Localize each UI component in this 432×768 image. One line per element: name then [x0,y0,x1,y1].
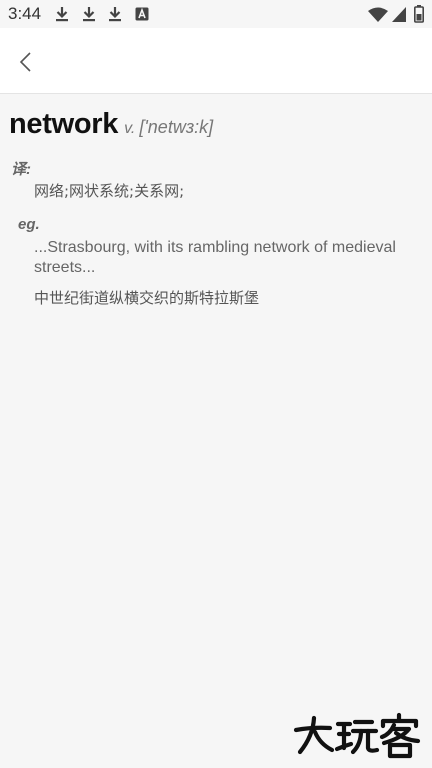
wifi-icon [368,7,388,22]
status-bar: 3:44 [0,0,432,28]
download-icon [55,6,69,22]
phonetic: ['netwɜ:k] [139,117,214,137]
example-sentence-chinese: 中世纪街道纵横交织的斯特拉斯堡 [34,289,260,307]
signal-icon [392,7,406,22]
download-icon [108,6,122,22]
battery-icon [414,5,424,23]
translation-text: 网络;网状系统;关系网; [34,182,185,200]
status-time: 3:44 [8,4,42,23]
app-bar [0,28,432,94]
example-sentence-english: ...Strasbourg, with its rambling network… [34,239,396,276]
font-app-icon [135,6,149,22]
headword-line: network v. ['netwɜ:k] [9,108,213,141]
watermark-logo [292,712,422,760]
back-button[interactable] [10,44,44,78]
download-icon [82,6,96,22]
part-of-speech: v. [124,120,136,137]
translation-label: 译: [11,161,31,178]
example-label: eg. [18,216,40,233]
headword: network [9,108,119,140]
